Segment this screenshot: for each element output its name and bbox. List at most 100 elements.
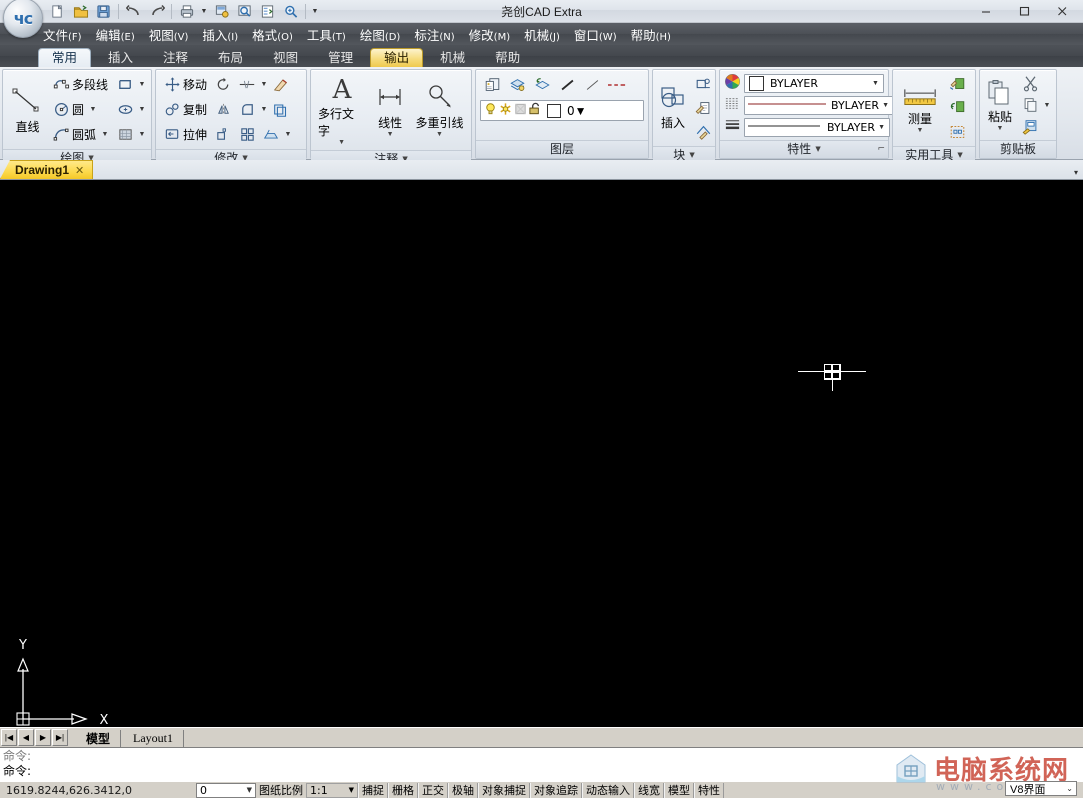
layout-tab-layout1[interactable]: Layout1 — [121, 730, 185, 747]
color-dropdown-icon[interactable]: ▼ — [869, 75, 882, 92]
properties-panel-title[interactable]: 特性 ▼ ⌐ — [720, 140, 888, 158]
save-icon[interactable] — [92, 1, 115, 22]
menu-insert[interactable]: 插入(I) — [195, 23, 245, 46]
circle-button[interactable]: 圆 — [49, 97, 88, 123]
mirror-button[interactable] — [211, 98, 235, 122]
arc-button[interactable]: 圆弧 — [49, 122, 100, 148]
menu-help[interactable]: 帮助(H) — [624, 23, 678, 46]
document-tab-drawing1[interactable]: Drawing1 ✕ — [0, 160, 94, 179]
tab-view[interactable]: 视图 — [260, 48, 311, 67]
pan-zoom-icon[interactable] — [279, 1, 302, 22]
menu-format[interactable]: 格式(O) — [245, 23, 300, 46]
layer-previous-icon[interactable] — [530, 73, 554, 97]
layer-dropdown-icon[interactable]: ▼ — [575, 104, 587, 118]
close-icon[interactable]: ✕ — [75, 164, 84, 177]
zoom-icon[interactable] — [233, 1, 256, 22]
scale-button[interactable] — [211, 123, 235, 147]
prev-layout-button[interactable]: ◀ — [18, 729, 34, 746]
paste-button[interactable]: 粘贴 ▼ — [982, 77, 1018, 134]
layer-dashed-icon[interactable] — [605, 73, 629, 97]
menu-modify[interactable]: 修改(M) — [462, 23, 517, 46]
menu-window[interactable]: 窗口(W) — [567, 23, 624, 46]
ellipse-dropdown-icon[interactable]: ▼ — [137, 106, 147, 113]
rectangle-button[interactable] — [113, 73, 137, 97]
fillet-button[interactable] — [235, 98, 259, 122]
menu-tools[interactable]: 工具(T) — [300, 23, 353, 46]
toggle-ortho[interactable]: 正交 — [418, 782, 448, 798]
close-button[interactable] — [1043, 1, 1081, 21]
copy-link-icon[interactable] — [1018, 115, 1042, 139]
define-attribute-icon[interactable] — [691, 120, 715, 144]
layer-line-1-icon[interactable] — [555, 73, 579, 97]
properties-panel-expand-icon[interactable]: ▼ — [815, 141, 820, 158]
array-button[interactable] — [235, 123, 259, 147]
layout-tab-model[interactable]: 模型 — [74, 730, 122, 747]
last-layout-button[interactable]: ▶| — [52, 729, 68, 746]
multileader-button[interactable]: 多重引线 ▼ — [412, 81, 467, 140]
clipboard-panel-title[interactable]: 剪贴板 — [980, 140, 1056, 158]
fillet-dropdown-icon[interactable]: ▼ — [259, 106, 269, 113]
annotation-scale-combo[interactable]: 0 ▼ — [196, 782, 256, 798]
cut-icon[interactable] — [1018, 71, 1042, 95]
toggle-grid[interactable]: 栅格 — [388, 782, 418, 798]
circle-dropdown-icon[interactable]: ▼ — [88, 106, 98, 113]
plot-icon[interactable] — [175, 1, 198, 22]
explode-button[interactable] — [259, 123, 283, 147]
layer-freeze-icon[interactable] — [498, 101, 513, 120]
layer-state-icon[interactable] — [505, 73, 529, 97]
toggle-lineweight[interactable]: 线宽 — [634, 782, 664, 798]
layer-on-icon[interactable] — [483, 101, 498, 120]
measure-button[interactable]: 测量 ▼ — [895, 81, 945, 136]
toggle-otrack[interactable]: 对象追踪 — [530, 782, 582, 798]
ellipse-button[interactable] — [113, 98, 137, 122]
minimize-button[interactable] — [967, 1, 1005, 21]
layer-control-combo[interactable]: 0 ▼ — [480, 100, 644, 121]
layer-properties-icon[interactable] — [480, 73, 504, 97]
copy-icon[interactable] — [1018, 93, 1042, 117]
chevron-down-icon[interactable]: ▼ — [349, 786, 357, 794]
properties-icon[interactable] — [256, 1, 279, 22]
open-icon[interactable] — [69, 1, 92, 22]
command-prompt[interactable]: 命令: — [3, 764, 1083, 779]
chevron-down-icon[interactable]: ▼ — [247, 786, 255, 794]
toggle-properties[interactable]: 特性 — [694, 782, 724, 798]
layer-color-swatch-icon[interactable] — [547, 103, 561, 118]
redo-icon[interactable] — [145, 1, 168, 22]
mtext-dropdown-icon[interactable]: ▼ — [338, 139, 345, 146]
menu-edit[interactable]: 编辑(E) — [89, 23, 142, 46]
color-combo[interactable]: BYLAYER ▼ — [744, 73, 884, 93]
paper-scale-combo[interactable]: 1:1 ▼ — [306, 782, 358, 798]
coordinate-display[interactable]: 1619.8244,626.3412,0 — [0, 784, 196, 797]
tab-insert[interactable]: 插入 — [95, 48, 146, 67]
first-layout-button[interactable]: |◀ — [1, 729, 17, 746]
linear-dimension-button[interactable]: 线性 ▼ — [370, 81, 410, 140]
trim-dropdown-icon[interactable]: ▼ — [259, 81, 269, 88]
rotate-button[interactable] — [211, 73, 235, 97]
layer-lock-icon[interactable] — [528, 101, 544, 120]
edit-attribute-icon[interactable] — [691, 96, 715, 120]
move-button[interactable]: 移动 — [160, 72, 211, 98]
tab-output[interactable]: 输出 — [370, 48, 424, 67]
undo-icon[interactable] — [122, 1, 145, 22]
command-line-area[interactable]: 命令: 命令: — [0, 747, 1083, 781]
ui-version-combo[interactable]: V8界面 ⌄ — [1005, 781, 1077, 796]
paste-dropdown-icon[interactable]: ▼ — [997, 125, 1004, 132]
quick-select-icon[interactable] — [945, 72, 969, 96]
multileader-dropdown-icon[interactable]: ▼ — [436, 131, 443, 138]
menu-draw[interactable]: 绘图(D) — [353, 23, 408, 46]
layer-line-2-icon[interactable] — [580, 73, 604, 97]
menu-dimension[interactable]: 标注(N) — [407, 23, 461, 46]
lineweight-combo[interactable]: BYLAYER ▼ — [744, 117, 891, 137]
rectangle-dropdown-icon[interactable]: ▼ — [137, 81, 147, 88]
new-icon[interactable] — [46, 1, 69, 22]
explode-dropdown-icon[interactable]: ▼ — [283, 131, 293, 138]
measure-dropdown-icon[interactable]: ▼ — [917, 127, 924, 134]
line-button[interactable]: 直线 — [7, 83, 48, 137]
linetype-combo[interactable]: BYLAYER ▼ — [744, 95, 895, 115]
menu-view[interactable]: 视图(V) — [142, 23, 196, 46]
toggle-model[interactable]: 模型 — [664, 782, 694, 798]
plot-preview-icon[interactable] — [210, 1, 233, 22]
plot-dropdown-icon[interactable]: ▼ — [198, 2, 210, 20]
copy-button[interactable]: 复制 — [160, 97, 211, 123]
toggle-polar[interactable]: 极轴 — [448, 782, 478, 798]
